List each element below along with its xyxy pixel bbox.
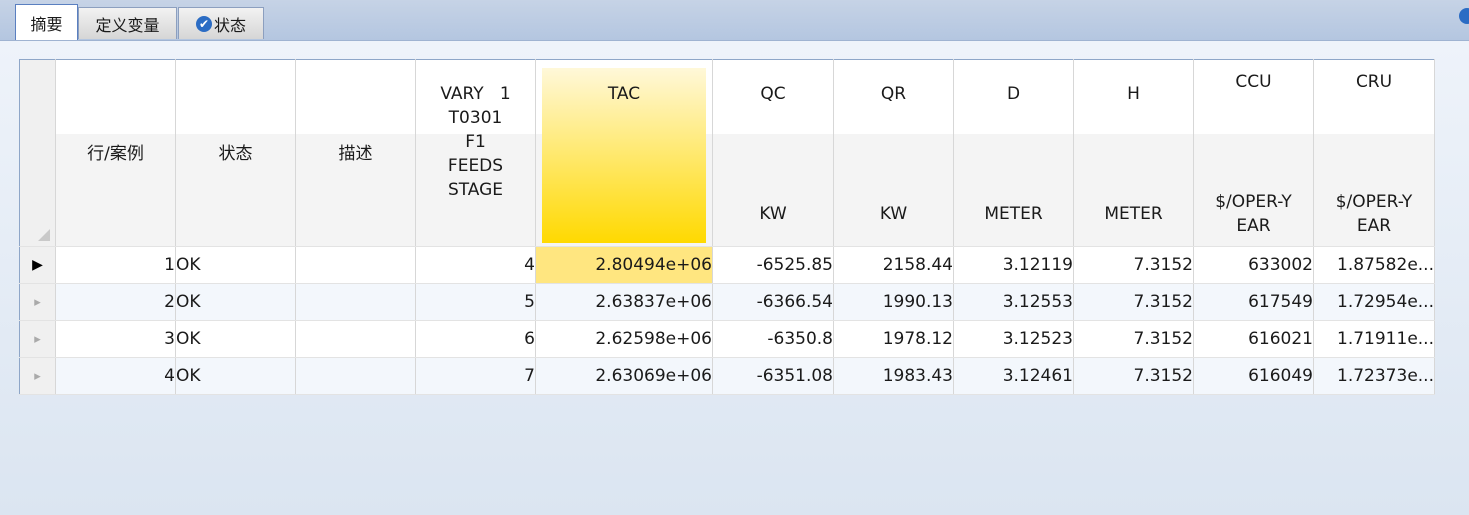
tab-define-variables[interactable]: 定义变量 [78,7,177,39]
column-header-qc-unit: KW [759,204,787,224]
column-header-cru-unit: $/OPER-Y EAR [1335,192,1413,236]
cell-description[interactable] [295,283,416,321]
cell-cru[interactable]: 1.72373e... [1313,357,1435,395]
cell-h[interactable]: 7.3152 [1073,246,1194,284]
tab-summary-label: 摘要 [30,14,63,34]
column-header-d-label: D [1006,84,1021,104]
column-header-cru[interactable]: CRU $/OPER-Y EAR [1313,59,1435,247]
cell-vary[interactable]: 6 [415,320,536,358]
cell-ccu[interactable]: 616049 [1193,357,1314,395]
info-icon[interactable] [1459,8,1469,24]
cell-description[interactable] [295,357,416,395]
cell-d[interactable]: 3.12461 [953,357,1074,395]
column-header-case[interactable]: 行/案例 [55,59,176,247]
column-header-ccu-label: CCU [1235,72,1272,92]
cell-qc[interactable]: -6366.54 [712,283,834,321]
column-header-tac[interactable]: TAC [535,59,713,247]
results-grid: 行/案例 状态 描述 VARY 1 T0301 F1 FEEDS STAGE T… [19,59,1435,395]
cell-qr[interactable]: 1983.43 [833,357,954,395]
tab-status[interactable]: ✔ 状态 [178,7,264,39]
column-header-qr[interactable]: QR KW [833,59,954,247]
cell-qc[interactable]: -6350.8 [712,320,834,358]
column-header-ccu[interactable]: CCU $/OPER-Y EAR [1193,59,1314,247]
column-header-status-label: 状态 [218,144,253,164]
table-row[interactable]: ▸ 3 OK 6 2.62598e+06 -6350.8 1978.12 3.1… [19,320,1435,358]
column-header-qr-unit: KW [879,204,908,224]
cell-case[interactable]: 3 [55,320,176,358]
column-header-d-unit: METER [984,204,1043,224]
cell-case[interactable]: 2 [55,283,176,321]
column-header-status[interactable]: 状态 [175,59,296,247]
cell-cru[interactable]: 1.87582e... [1313,246,1435,284]
column-header-description-label: 描述 [338,144,373,164]
cell-case[interactable]: 4 [55,357,176,395]
column-header-vary-label: VARY 1 T0301 F1 FEEDS STAGE [440,84,511,200]
cell-ccu[interactable]: 617549 [1193,283,1314,321]
column-header-description[interactable]: 描述 [295,59,416,247]
column-header-tac-label: TAC [607,84,641,104]
table-row[interactable]: ▶ 1 OK 4 2.80494e+06 -6525.85 2158.44 3.… [19,246,1435,284]
cell-cru[interactable]: 1.71911e... [1313,320,1435,358]
row-indicator-current[interactable]: ▶ [19,246,56,284]
cell-status[interactable]: OK [175,246,296,284]
tab-bar: 摘要 定义变量 ✔ 状态 [0,0,1469,41]
cell-qc[interactable]: -6351.08 [712,357,834,395]
cell-status[interactable]: OK [175,357,296,395]
cell-description[interactable] [295,320,416,358]
table-row[interactable]: ▸ 4 OK 7 2.63069e+06 -6351.08 1983.43 3.… [19,357,1435,395]
column-header-qr-label: QR [880,84,907,104]
cell-vary[interactable]: 7 [415,357,536,395]
column-header-qc-label: QC [760,84,786,104]
cell-vary[interactable]: 5 [415,283,536,321]
cell-d[interactable]: 3.12119 [953,246,1074,284]
column-header-cru-label: CRU [1355,72,1393,92]
cell-tac[interactable]: 2.63837e+06 [535,283,713,321]
row-indicator[interactable]: ▸ [19,283,56,321]
cell-status[interactable]: OK [175,320,296,358]
cell-qr[interactable]: 1990.13 [833,283,954,321]
column-header-h-label: H [1127,84,1140,104]
table-row[interactable]: ▸ 2 OK 5 2.63837e+06 -6366.54 1990.13 3.… [19,283,1435,321]
column-header-d[interactable]: D METER [953,59,1074,247]
column-header-h-unit: METER [1104,204,1163,224]
cell-ccu[interactable]: 633002 [1193,246,1314,284]
cell-description[interactable] [295,246,416,284]
cell-ccu[interactable]: 616021 [1193,320,1314,358]
column-header-qc[interactable]: QC KW [712,59,834,247]
column-header-vary[interactable]: VARY 1 T0301 F1 FEEDS STAGE [415,59,536,247]
cell-case[interactable]: 1 [55,246,176,284]
cell-qc[interactable]: -6525.85 [712,246,834,284]
select-all-corner[interactable] [19,59,56,247]
row-indicator[interactable]: ▸ [19,320,56,358]
checkmark-circle-icon: ✔ [195,15,212,32]
cell-cru[interactable]: 1.72954e... [1313,283,1435,321]
cell-qr[interactable]: 1978.12 [833,320,954,358]
cell-tac-active[interactable]: 2.80494e+06 [535,246,713,284]
row-indicator[interactable]: ▸ [19,357,56,395]
column-header-ccu-unit: $/OPER-Y EAR [1215,192,1292,236]
cell-h[interactable]: 7.3152 [1073,357,1194,395]
tab-status-label: 状态 [213,15,246,35]
column-header-case-label: 行/案例 [87,144,144,164]
cell-status[interactable]: OK [175,283,296,321]
cell-h[interactable]: 7.3152 [1073,320,1194,358]
cell-h[interactable]: 7.3152 [1073,283,1194,321]
cell-d[interactable]: 3.12523 [953,320,1074,358]
cell-tac[interactable]: 2.62598e+06 [535,320,713,358]
cell-tac[interactable]: 2.63069e+06 [535,357,713,395]
tab-summary[interactable]: 摘要 [15,4,78,40]
tab-define-variables-label: 定义变量 [95,15,160,35]
cell-vary[interactable]: 4 [415,246,536,284]
cell-qr[interactable]: 2158.44 [833,246,954,284]
cell-d[interactable]: 3.12553 [953,283,1074,321]
column-header-h[interactable]: H METER [1073,59,1194,247]
